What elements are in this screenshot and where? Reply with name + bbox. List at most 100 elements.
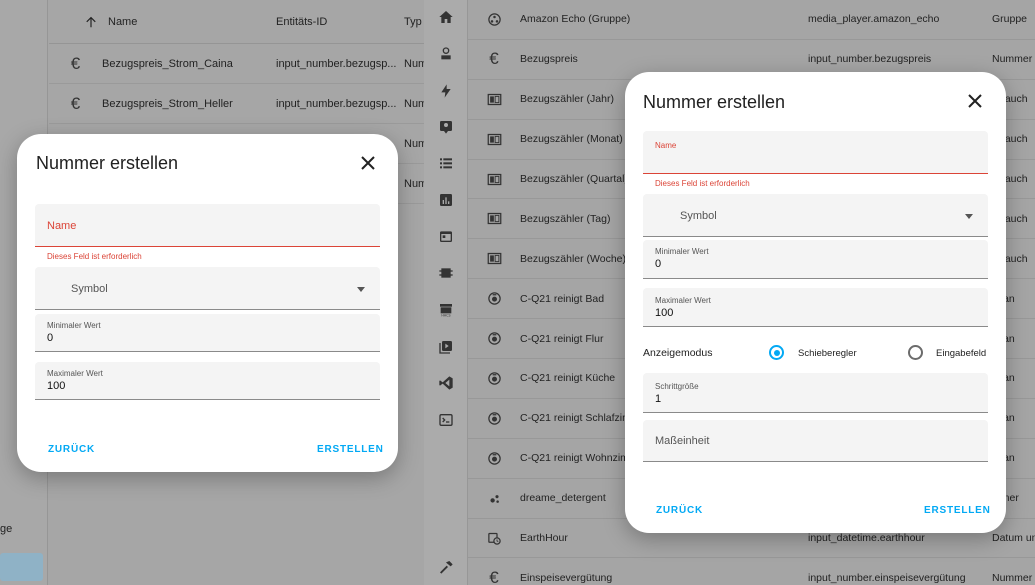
robot-icon <box>468 291 520 306</box>
row-entity-id: input_datetime.earthhour <box>808 532 925 545</box>
max-label: Maximaler Wert <box>47 369 103 378</box>
step-label: Schrittgröße <box>655 382 699 391</box>
name-error-text: Dieses Feld ist erforderlich <box>47 252 142 261</box>
symbol-picker[interactable]: Symbol <box>643 194 988 237</box>
calendar-icon[interactable] <box>424 224 468 248</box>
account-box-icon[interactable] <box>424 115 468 139</box>
svg-text:HACS: HACS <box>441 314 450 318</box>
chart-icon[interactable] <box>424 188 468 212</box>
max-value: 100 <box>47 380 66 392</box>
chip-icon[interactable] <box>424 261 468 285</box>
row-name: Bezugspreis_Strom_Caina <box>102 57 233 70</box>
dialog-title: Nummer erstellen <box>643 92 786 112</box>
row-entity-id: input_number.bezugsp... <box>276 97 397 110</box>
row-name: EarthHour <box>520 532 568 545</box>
max-value-input[interactable]: Maximaler Wert 100 <box>35 362 380 400</box>
meter-icon <box>468 251 520 266</box>
max-value: 100 <box>655 307 674 319</box>
terminal-icon[interactable] <box>424 408 468 432</box>
media-icon[interactable] <box>424 335 468 359</box>
name-label: Name <box>655 141 677 150</box>
table-row[interactable]: € Bezugspreis_Strom_Heller input_number.… <box>49 84 424 124</box>
back-button[interactable]: ZURÜCK <box>48 444 95 455</box>
row-entity-id: input_number.bezugsp... <box>276 57 397 70</box>
step-value: 1 <box>655 393 662 405</box>
create-button[interactable]: ERSTELLEN <box>924 505 991 516</box>
min-value: 0 <box>47 332 54 344</box>
cutoff-button[interactable] <box>0 553 43 581</box>
meter-icon <box>468 92 520 107</box>
row-type: Num <box>404 177 424 190</box>
row-type: Nummer <box>992 571 1033 584</box>
euro-icon: € <box>489 567 499 585</box>
header-entity-id[interactable]: Entitäts-ID <box>276 16 404 28</box>
robot-icon <box>468 411 520 426</box>
create-number-dialog-right: Nummer erstellen Name Dieses Feld ist er… <box>625 72 1006 533</box>
meter-icon <box>468 172 520 187</box>
name-input[interactable]: Name <box>35 204 380 247</box>
robot-icon <box>468 331 520 346</box>
chevron-down-icon <box>357 287 365 292</box>
row-type: Gruppe <box>992 13 1028 26</box>
symbol-picker[interactable]: Symbol <box>35 267 380 310</box>
table-row[interactable]: Amazon Echo (Gruppe) media_player.amazon… <box>468 0 1035 40</box>
close-icon[interactable] <box>356 151 380 175</box>
radio-input-field-label[interactable]: Eingabefeld <box>936 348 986 359</box>
row-type: Nummer <box>992 53 1033 66</box>
group-icon <box>468 12 520 27</box>
min-value-input[interactable]: Minimaler Wert 0 <box>35 314 380 352</box>
euro-icon: € <box>70 93 81 113</box>
row-entity-id: input_number.bezugspreis <box>808 53 932 66</box>
symbol-label: Symbol <box>71 283 108 295</box>
chevron-down-icon <box>965 214 973 219</box>
back-button[interactable]: ZURÜCK <box>656 505 703 516</box>
row-name: Bezugspreis_Strom_Heller <box>102 97 233 110</box>
radio-input-field[interactable] <box>908 345 923 360</box>
hacs-icon[interactable]: HACS <box>424 298 468 322</box>
euro-icon: € <box>70 53 81 73</box>
row-name: Amazon Echo (Gruppe) <box>520 13 631 26</box>
create-number-dialog-left: Nummer erstellen Name Dieses Feld ist er… <box>17 134 398 472</box>
radio-slider[interactable] <box>769 345 784 360</box>
name-error-text: Dieses Feld ist erforderlich <box>655 179 750 188</box>
row-type: Num <box>404 97 424 110</box>
dialog-title: Nummer erstellen <box>36 153 179 173</box>
max-value-input[interactable]: Maximaler Wert 100 <box>643 288 988 327</box>
row-type: Num <box>404 137 424 150</box>
close-icon[interactable] <box>963 89 987 113</box>
min-label: Minimaler Wert <box>47 321 101 330</box>
robot-icon <box>468 371 520 386</box>
sidebar: HACS <box>424 0 468 585</box>
min-value: 0 <box>655 258 662 270</box>
row-type: Num <box>404 57 424 70</box>
unit-input[interactable]: Maßeinheit <box>643 420 988 462</box>
sort-arrow-up-icon[interactable] <box>49 15 102 29</box>
person-icon[interactable] <box>424 42 468 66</box>
unit-label: Maßeinheit <box>655 435 710 447</box>
display-mode-label: Anzeigemodus <box>643 347 713 359</box>
create-button[interactable]: ERSTELLEN <box>317 444 384 455</box>
symbol-label: Symbol <box>680 210 717 222</box>
list-icon[interactable] <box>424 151 468 175</box>
table-row[interactable]: € Einspeisevergütung input_number.einspe… <box>468 558 1035 585</box>
energy-icon[interactable] <box>424 79 468 103</box>
dots-icon <box>468 491 520 506</box>
min-label: Minimaler Wert <box>655 247 709 256</box>
header-type[interactable]: Typ <box>404 16 424 28</box>
meter-icon <box>468 211 520 226</box>
hammer-icon[interactable] <box>424 555 468 579</box>
min-value-input[interactable]: Minimaler Wert 0 <box>643 240 988 279</box>
step-size-input[interactable]: Schrittgröße 1 <box>643 373 988 413</box>
table-row[interactable]: € Bezugspreis_Strom_Caina input_number.b… <box>49 44 424 84</box>
home-icon[interactable] <box>424 5 468 29</box>
cutoff-label: ge <box>0 523 13 535</box>
row-name: Einspeisevergütung <box>520 571 613 584</box>
calendar-clock-icon <box>468 531 520 546</box>
header-name[interactable]: Name <box>102 16 276 28</box>
name-input[interactable]: Name <box>643 131 988 174</box>
vscode-icon[interactable] <box>424 371 468 395</box>
radio-slider-label[interactable]: Schieberegler <box>798 348 857 359</box>
row-entity-id: media_player.amazon_echo <box>808 13 940 26</box>
name-label: Name <box>47 220 77 232</box>
row-name: Bezugspreis <box>520 53 578 66</box>
